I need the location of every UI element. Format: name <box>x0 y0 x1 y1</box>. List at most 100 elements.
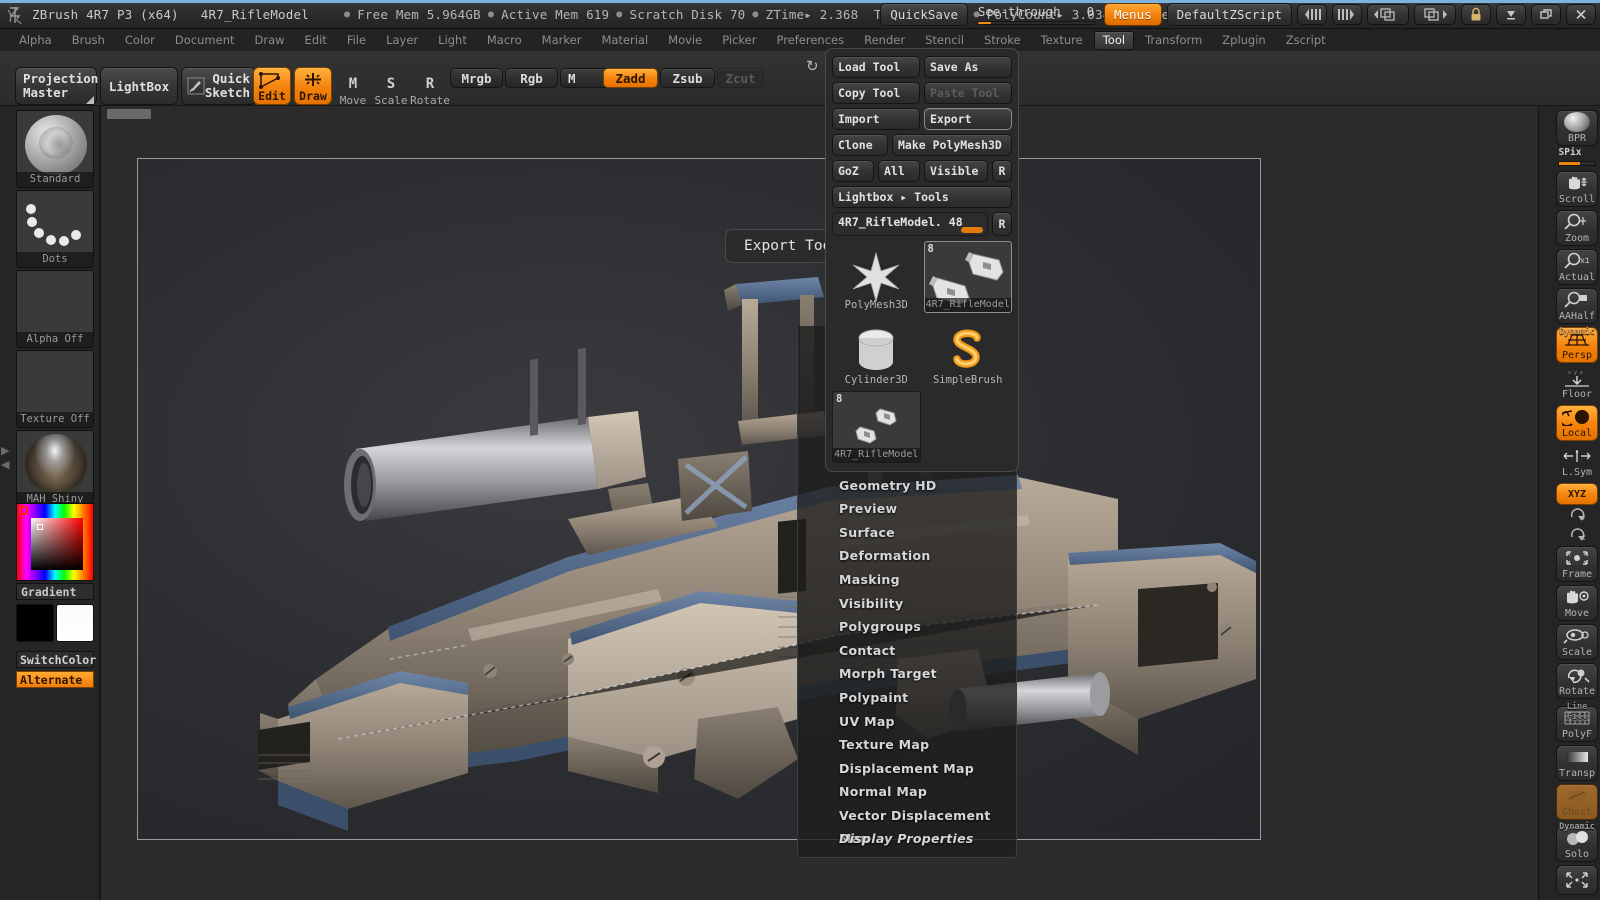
menu-stencil[interactable]: Stencil <box>916 31 973 50</box>
menu-color[interactable]: Color <box>116 31 164 50</box>
submenu-item-vector-displacement-map[interactable]: Vector Displacement Map <box>798 804 1016 847</box>
zsub-button[interactable]: Zsub <box>660 68 715 88</box>
lightbox-tools-button[interactable]: Lightbox ▸ Tools <box>832 186 1012 208</box>
main-color-swatch[interactable] <box>16 604 54 642</box>
undo-history-icon[interactable]: ↻ <box>806 57 819 75</box>
submenu-item-normal-map[interactable]: Normal Map <box>798 780 1016 804</box>
tool-thumb-rifle-selected[interactable]: 8 4R7_RifleModel <box>923 241 1012 313</box>
menu-alpha[interactable]: Alpha <box>10 31 61 50</box>
submenu-item-preview[interactable]: Preview <box>798 497 1016 521</box>
menu-render[interactable]: Render <box>855 31 914 50</box>
import-button[interactable]: Import <box>832 108 920 130</box>
menu-movie[interactable]: Movie <box>659 31 711 50</box>
gradient-button[interactable]: Gradient <box>16 583 94 600</box>
bpr-button[interactable]: BPR <box>1556 110 1598 146</box>
clone-button[interactable]: Clone <box>832 134 888 156</box>
lock-icon[interactable] <box>1461 4 1491 25</box>
menu-zscript[interactable]: Zscript <box>1277 31 1335 50</box>
spix-slider[interactable] <box>1558 161 1596 166</box>
zcut-button[interactable]: Zcut <box>717 68 764 88</box>
move-mode-button[interactable]: M Move <box>334 67 372 107</box>
ghost-button[interactable]: Ghost <box>1556 784 1598 820</box>
xyz-button[interactable]: XYZ <box>1556 483 1598 505</box>
lightbox-button[interactable]: LightBox <box>100 67 178 105</box>
save-as-button[interactable]: Save As <box>924 56 1012 78</box>
zoom-button[interactable]: Zoom <box>1556 210 1598 246</box>
load-tool-button[interactable]: Load Tool <box>832 56 920 78</box>
submenu-item-contact[interactable]: Contact <box>798 639 1016 663</box>
switch-color-button[interactable]: SwitchColor <box>16 651 96 668</box>
tool-thumb-cylinder3d[interactable]: Cylinder3D <box>832 316 921 388</box>
all-button[interactable]: All <box>878 160 920 182</box>
left-tray-collapse-icon[interactable]: ◀ <box>1 458 9 471</box>
move-gizmo-button[interactable]: Move <box>1556 585 1598 621</box>
menu-brush[interactable]: Brush <box>63 31 114 50</box>
menus-button[interactable]: Menus <box>1104 3 1162 26</box>
floor-button[interactable]: x y z Floor <box>1556 366 1598 402</box>
menu-transform[interactable]: Transform <box>1136 31 1211 50</box>
submenu-item-uv-map[interactable]: UV Map <box>798 710 1016 734</box>
copy-tool-button[interactable]: Copy Tool <box>832 82 920 104</box>
document-frame[interactable]: Export Tool <box>137 158 1261 840</box>
see-through-slider[interactable]: See-through 0 <box>977 4 1095 25</box>
close-icon[interactable] <box>1566 4 1596 25</box>
menu-texture[interactable]: Texture <box>1032 31 1092 50</box>
submenu-item-polygroups[interactable]: Polygroups <box>798 615 1016 639</box>
zadd-button[interactable]: Zadd <box>603 68 658 88</box>
menu-file[interactable]: File <box>338 31 375 50</box>
menu-draw[interactable]: Draw <box>246 31 294 50</box>
rotate-gizmo-button[interactable]: Rotate <box>1556 663 1598 699</box>
minimize-icon[interactable] <box>1496 4 1526 25</box>
rotate-mode-button[interactable]: R Rotate <box>410 67 450 107</box>
current-tool-r-button[interactable]: R <box>992 212 1012 236</box>
tool-thumb-polymesh3d[interactable]: PolyMesh3D <box>832 241 921 313</box>
scroll-button[interactable]: Scroll <box>1556 171 1598 207</box>
submenu-item-polypaint[interactable]: Polypaint <box>798 686 1016 710</box>
submenu-item-surface[interactable]: Surface <box>798 521 1016 545</box>
aahalf-button[interactable]: AAHalf <box>1556 288 1598 324</box>
actual-button[interactable]: x1 Actual <box>1556 249 1598 285</box>
menu-macro[interactable]: Macro <box>478 31 531 50</box>
restore-icon[interactable] <box>1531 4 1561 25</box>
menu-tool[interactable]: Tool <box>1093 30 1135 50</box>
frame-button[interactable]: Frame <box>1556 546 1598 582</box>
rotate-y-icon[interactable]: Y <box>1567 506 1591 523</box>
submenu-item-geometry-hd[interactable]: Geometry HD <box>798 474 1016 498</box>
scroll-left-icon[interactable] <box>1297 4 1327 25</box>
submenu-item-deformation[interactable]: Deformation <box>798 544 1016 568</box>
zscript-button[interactable]: DefaultZScript <box>1166 3 1292 26</box>
submenu-item-morph-target[interactable]: Morph Target <box>798 662 1016 686</box>
brush-swatch[interactable]: Standard <box>16 110 94 188</box>
canvas-scroll-indicator[interactable] <box>107 109 151 119</box>
local-button[interactable]: Local <box>1556 405 1598 441</box>
window-next-icon[interactable] <box>1414 4 1456 25</box>
rgb-button[interactable]: Rgb <box>505 68 558 88</box>
menu-stroke[interactable]: Stroke <box>975 31 1030 50</box>
alternate-button[interactable]: Alternate <box>16 671 94 688</box>
menu-document[interactable]: Document <box>166 31 244 50</box>
menu-layer[interactable]: Layer <box>377 31 427 50</box>
secondary-color-swatch[interactable] <box>56 604 94 642</box>
rifle-3d-model[interactable] <box>138 159 1261 840</box>
projection-master-button[interactable]: Projection Master <box>15 67 98 105</box>
menu-picker[interactable]: Picker <box>713 31 765 50</box>
menu-marker[interactable]: Marker <box>533 31 591 50</box>
stroke-swatch[interactable]: Dots <box>16 190 94 268</box>
mrgb-button[interactable]: Mrgb <box>450 68 503 88</box>
r-toggle-button[interactable]: R <box>992 160 1012 182</box>
export-button[interactable]: Export <box>924 108 1012 130</box>
menu-light[interactable]: Light <box>429 31 476 50</box>
tool-thumb-rifle-second[interactable]: 8 4R7_RifleModel <box>832 391 921 463</box>
transp-button[interactable]: Transp <box>1556 745 1598 781</box>
menu-material[interactable]: Material <box>592 31 657 50</box>
rotate-z-icon[interactable]: Z <box>1567 526 1591 543</box>
submenu-item-visibility[interactable]: Visibility <box>798 592 1016 616</box>
goz-button[interactable]: GoZ <box>832 160 874 182</box>
quicksave-button[interactable]: QuickSave <box>880 3 968 26</box>
left-tray-expand-icon[interactable]: ▶ <box>1 444 9 457</box>
move-arrows-button[interactable] <box>1556 865 1598 895</box>
current-tool-name[interactable]: 4R7_RifleModel. 48 <box>832 212 988 236</box>
submenu-item-masking[interactable]: Masking <box>798 568 1016 592</box>
visible-button[interactable]: Visible <box>924 160 988 182</box>
tool-thumb-simplebrush[interactable]: SimpleBrush <box>924 316 1013 388</box>
